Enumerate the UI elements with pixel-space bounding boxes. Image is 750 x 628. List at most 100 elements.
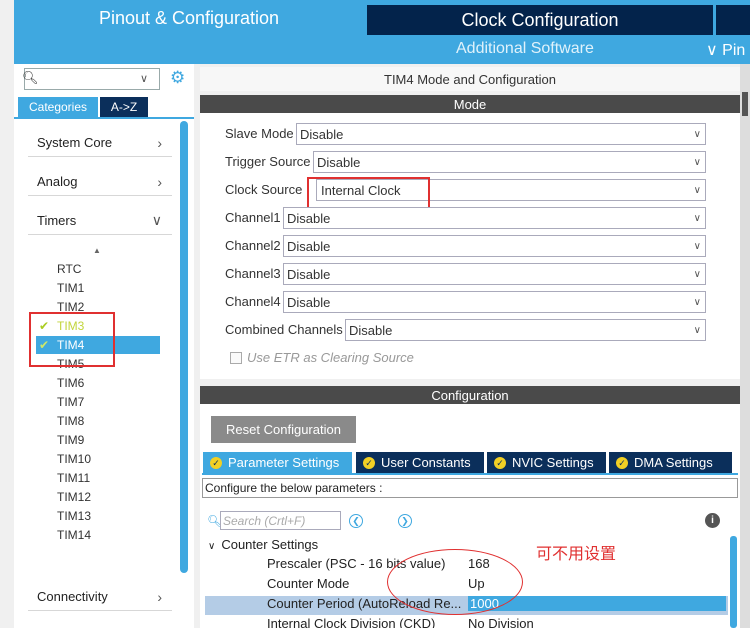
reset-configuration-button[interactable]: Reset Configuration: [211, 416, 356, 443]
category-timers[interactable]: Timers ∨: [28, 207, 172, 235]
chevron-down-icon: ∨: [693, 128, 701, 140]
select-value: Disable: [287, 294, 331, 310]
configuration-section-header: Configuration: [200, 386, 740, 404]
tab-additional-software[interactable]: Additional Software: [456, 40, 594, 58]
chevron-down-icon: ∨: [693, 240, 701, 252]
timer-item-tim6[interactable]: TIM6: [57, 374, 84, 393]
etr-checkbox[interactable]: [230, 351, 242, 364]
channel3-label: Channel3: [225, 266, 281, 281]
tab-label: Parameter Settings: [228, 455, 340, 470]
category-system-core[interactable]: System Core ›: [28, 129, 172, 157]
combined-channels-label: Combined Channels: [225, 322, 343, 337]
combined-channels-select[interactable]: Disable ∨: [345, 319, 706, 341]
tab-underline: [14, 117, 194, 119]
category-connectivity[interactable]: Connectivity ›: [28, 583, 172, 611]
chevron-down-icon: ∨: [693, 156, 701, 168]
etr-label: Use ETR as Clearing Source: [247, 350, 414, 365]
tab-overflow[interactable]: [716, 5, 750, 35]
left-scrollbar[interactable]: [180, 121, 188, 573]
check-badge-icon: ✓: [494, 456, 506, 469]
slave-mode-label: Slave Mode: [225, 126, 294, 141]
tab-label: User Constants: [381, 455, 471, 470]
param-key: Counter Mode: [267, 576, 350, 591]
channel1-select[interactable]: Disable ∨: [283, 207, 706, 229]
timer-item-tim10[interactable]: TIM10: [57, 450, 91, 469]
timer-item-tim11[interactable]: TIM11: [57, 469, 90, 488]
tab-dma-settings[interactable]: ✓ DMA Settings: [609, 452, 732, 473]
param-value[interactable]: No Division: [468, 616, 534, 628]
info-icon[interactable]: i: [705, 513, 720, 528]
slave-mode-select[interactable]: Disable ∨: [296, 123, 706, 145]
select-value: Disable: [300, 126, 344, 142]
param-row-clock-division[interactable]: Internal Clock Division (CKD) No Division: [205, 616, 728, 628]
tab-categories[interactable]: Categories: [18, 97, 98, 117]
chevron-right-icon: ›: [157, 134, 162, 151]
tab-underline: [202, 473, 738, 475]
channel4-label: Channel4: [225, 294, 281, 309]
timer-item-rtc[interactable]: RTC: [57, 260, 81, 279]
channel1-label: Channel1: [225, 210, 281, 225]
check-badge-icon: ✓: [616, 456, 628, 469]
check-badge-icon: ✓: [210, 456, 222, 469]
timer-item-tim8[interactable]: TIM8: [57, 412, 84, 431]
select-value: Disable: [349, 322, 393, 338]
timer-item-tim7[interactable]: TIM7: [57, 393, 84, 412]
tab-parameter-settings[interactable]: ✓ Parameter Settings: [203, 452, 352, 473]
timer-item-tim13[interactable]: TIM13: [57, 507, 91, 526]
channel2-select[interactable]: Disable ∨: [283, 235, 706, 257]
highlight-box: [307, 177, 430, 210]
timer-item-tim1[interactable]: TIM1: [57, 279, 84, 298]
chevron-right-icon: ›: [157, 173, 162, 190]
category-label: Analog: [37, 174, 78, 189]
gear-icon[interactable]: ⚙: [170, 68, 185, 88]
pinout-menu[interactable]: ∨ Pin: [706, 40, 745, 60]
right-scrollbar[interactable]: [740, 64, 750, 628]
chevron-down-icon[interactable]: ∨: [140, 72, 148, 85]
group-label: Counter Settings: [221, 537, 319, 552]
parameter-search-input[interactable]: Search (Crtl+F): [220, 511, 341, 530]
tab-user-constants[interactable]: ✓ User Constants: [356, 452, 484, 473]
check-badge-icon: ✓: [363, 456, 375, 469]
chevron-down-icon: ∨: [693, 184, 701, 196]
channel2-label: Channel2: [225, 238, 281, 253]
tab-label: DMA Settings: [634, 455, 713, 470]
tab-a-z[interactable]: A->Z: [100, 97, 148, 117]
chevron-down-icon: ∨: [693, 212, 701, 224]
timer-item-tim14[interactable]: TIM14: [57, 526, 91, 545]
etr-checkbox-row[interactable]: Use ETR as Clearing Source: [230, 350, 414, 365]
select-value: Disable: [287, 210, 331, 226]
tab-label: NVIC Settings: [512, 455, 594, 470]
category-analog[interactable]: Analog ›: [28, 168, 172, 196]
param-key: Internal Clock Division (CKD): [267, 616, 436, 628]
category-label: Timers: [37, 213, 77, 228]
highlight-box: [29, 312, 115, 367]
select-value: Disable: [317, 154, 361, 170]
trigger-source-select[interactable]: Disable ∨: [313, 151, 706, 173]
channel3-select[interactable]: Disable ∨: [283, 263, 706, 285]
chevron-down-icon: ∨: [151, 212, 162, 228]
category-label: System Core: [37, 135, 113, 150]
next-icon[interactable]: ❯: [398, 514, 412, 528]
timer-item-tim9[interactable]: TIM9: [57, 431, 84, 450]
scrollbar-thumb[interactable]: [742, 92, 748, 116]
trigger-source-label: Trigger Source: [225, 154, 311, 169]
channel4-select[interactable]: Disable ∨: [283, 291, 706, 313]
tab-pinout-configuration[interactable]: Pinout & Configuration: [14, 0, 364, 36]
search-icon: 🔍︎: [22, 70, 39, 85]
chevron-down-icon: ∨: [208, 541, 216, 552]
sort-arrow-icon: ▲: [93, 246, 101, 255]
parameter-scrollbar[interactable]: [730, 536, 737, 628]
counter-settings-group[interactable]: ∨ Counter Settings: [208, 537, 318, 552]
select-value: Disable: [287, 266, 331, 282]
tab-clock-configuration[interactable]: Clock Configuration: [367, 5, 713, 35]
chevron-down-icon: ∨: [693, 268, 701, 280]
tab-nvic-settings[interactable]: ✓ NVIC Settings: [487, 452, 606, 473]
chevron-down-icon: ∨: [693, 296, 701, 308]
previous-icon[interactable]: ❮: [349, 514, 363, 528]
chevron-right-icon: ›: [157, 588, 162, 605]
panel-title: TIM4 Mode and Configuration: [200, 67, 740, 91]
timer-item-tim12[interactable]: TIM12: [57, 488, 91, 507]
configure-description: Configure the below parameters :: [202, 478, 738, 498]
mode-section-header: Mode: [200, 95, 740, 113]
annotation-note: 可不用设置: [536, 546, 617, 563]
